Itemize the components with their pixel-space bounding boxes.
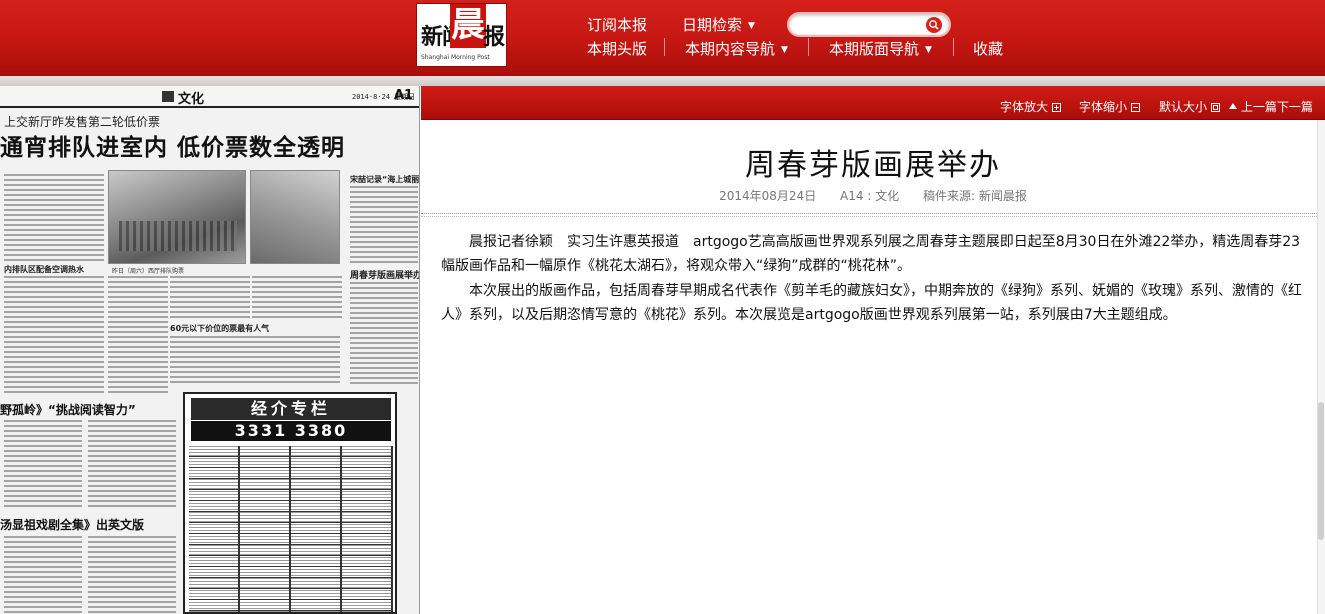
article-source: 稿件来源: 新闻晨报 — [923, 189, 1027, 203]
newspaper-page-image[interactable]: 文化 2014·8·24 星期日 A1 上交新厅昨发售第二轮低价票 通宵排队进室… — [0, 86, 420, 614]
reset-icon — [1211, 103, 1221, 112]
ad-phone: 3331 3380 — [191, 421, 391, 441]
paper-text-column[interactable] — [108, 276, 168, 394]
article-paragraph: 本次展出的版画作品，包括周春芽早期成名代表作《剪羊毛的藏族妇女》，中期奔放的《绿… — [441, 283, 1302, 323]
paper-text-column[interactable] — [88, 536, 176, 614]
paper-text-column[interactable] — [4, 174, 104, 262]
nav-layout-menu[interactable]: 本期版面导航 ▼ — [829, 38, 932, 59]
paper-text-column[interactable] — [4, 276, 104, 394]
arrow-up-icon — [1229, 103, 1237, 112]
prev-next-label: 上一篇下一篇 — [1240, 100, 1313, 114]
minus-icon — [1131, 103, 1141, 112]
paper-text-column[interactable] — [350, 282, 418, 386]
site-header: 新闻 晨 报 Shanghai Morning Post 订阅本报 日期检索 ▼ … — [0, 0, 1325, 76]
nav-favorite[interactable]: 收藏 — [973, 38, 1003, 59]
site-logo[interactable]: 新闻 晨 报 Shanghai Morning Post — [416, 3, 507, 67]
article-page: A14 : 文化 — [840, 189, 900, 203]
scrollbar-thumb[interactable] — [1318, 402, 1324, 540]
search-input[interactable] — [799, 17, 919, 33]
prev-next-button[interactable]: 上一篇下一篇 — [1225, 98, 1313, 115]
nav-divider — [808, 38, 809, 56]
paper-subheading: 60元以下价位的票最有人气 — [170, 324, 270, 333]
paper-headline[interactable]: 通宵排队进室内 低价票数全透明 — [0, 128, 345, 162]
paper-side-title-2[interactable]: 周春芽版画展举办 — [350, 268, 419, 281]
chevron-down-icon: ▼ — [781, 44, 788, 55]
paper-text-column[interactable] — [170, 276, 250, 321]
nav-layout-menu-label: 本期版面导航 — [829, 40, 920, 58]
divider — [421, 216, 1325, 217]
nav-subscribe[interactable]: 订阅本报 — [587, 14, 647, 35]
default-size-label: 默认大小 — [1159, 100, 1208, 114]
default-size-button[interactable]: 默认大小 — [1159, 98, 1221, 115]
nav-divider — [664, 38, 665, 56]
paper-section-name: 文化 — [178, 92, 205, 107]
nav-divider — [953, 38, 954, 56]
article-panel: 字体放大 字体缩小 默认大小 上一篇下一篇 周春芽版画展举办 2014年08月2… — [421, 86, 1325, 614]
classified-ad-box[interactable]: 经介专栏 3331 3380 — [183, 392, 397, 614]
nav-date-search[interactable]: 日期检索 ▼ — [682, 14, 755, 35]
font-smaller-label: 字体缩小 — [1079, 100, 1128, 114]
paper-page-number: A1 — [394, 88, 414, 103]
article-title: 周春芽版画展举办 — [745, 148, 1001, 183]
section-mark-icon — [162, 91, 174, 102]
nav-front-page[interactable]: 本期头版 — [587, 38, 647, 59]
article-body: 晨报记者徐颖 实习生许惠英报道 artgogo艺高高版画世界观系列展之周春芽主题… — [441, 230, 1311, 328]
article-toolbar: 字体放大 字体缩小 默认大小 上一篇下一篇 — [421, 86, 1325, 120]
paper-article-heading[interactable]: 汤显祖戏剧全集》出英文版 — [0, 516, 144, 533]
paper-article-heading[interactable]: 野孤岭》“挑战阅读智力” — [0, 401, 136, 418]
search-box — [787, 12, 951, 37]
nav-content-menu[interactable]: 本期内容导航 ▼ — [685, 38, 788, 59]
font-larger-button[interactable]: 字体放大 — [1000, 98, 1062, 115]
paper-text-column[interactable] — [4, 420, 82, 510]
paper-subheading: 内排队区配备空调热水 — [4, 265, 84, 274]
font-larger-label: 字体放大 — [1000, 100, 1049, 114]
search-icon[interactable] — [925, 16, 943, 34]
logo-subtitle: Shanghai Morning Post — [421, 54, 490, 61]
nav-content-menu-label: 本期内容导航 — [685, 40, 776, 58]
plus-icon — [1052, 103, 1062, 112]
article-date: 2014年08月24日 — [719, 189, 817, 203]
paper-text-column[interactable] — [252, 276, 342, 321]
ad-title: 经介专栏 — [191, 398, 391, 420]
paper-text-column[interactable] — [170, 336, 340, 386]
article-meta: 2014年08月24日 A14 : 文化 稿件来源: 新闻晨报 — [421, 187, 1325, 204]
logo-text-tail: 报 — [483, 24, 506, 50]
paper-text-column[interactable] — [350, 186, 418, 264]
paper-text-column[interactable] — [88, 420, 176, 510]
chevron-down-icon: ▼ — [925, 44, 932, 55]
paper-photo[interactable] — [108, 170, 246, 264]
logo-text-big: 晨 — [450, 4, 486, 48]
divider — [421, 213, 1325, 214]
font-smaller-button[interactable]: 字体缩小 — [1079, 98, 1141, 115]
paper-masthead-strip: 文化 2014·8·24 星期日 A1 — [0, 86, 419, 108]
ad-listings-grid — [189, 446, 393, 612]
paper-photo[interactable] — [250, 170, 340, 264]
chevron-down-icon: ▼ — [748, 20, 755, 31]
header-divider-band — [0, 76, 1325, 86]
paper-side-title[interactable]: 宋喆记录“海上城丽” — [350, 174, 419, 185]
paper-text-column[interactable] — [4, 536, 82, 614]
paper-photo-caption: 昨日（周六）西厅排队购票 — [112, 268, 185, 275]
article-paragraph: 晨报记者徐颖 实习生许惠英报道 artgogo艺高高版画世界观系列展之周春芽主题… — [441, 234, 1301, 274]
nav-date-search-label: 日期检索 — [682, 16, 743, 34]
